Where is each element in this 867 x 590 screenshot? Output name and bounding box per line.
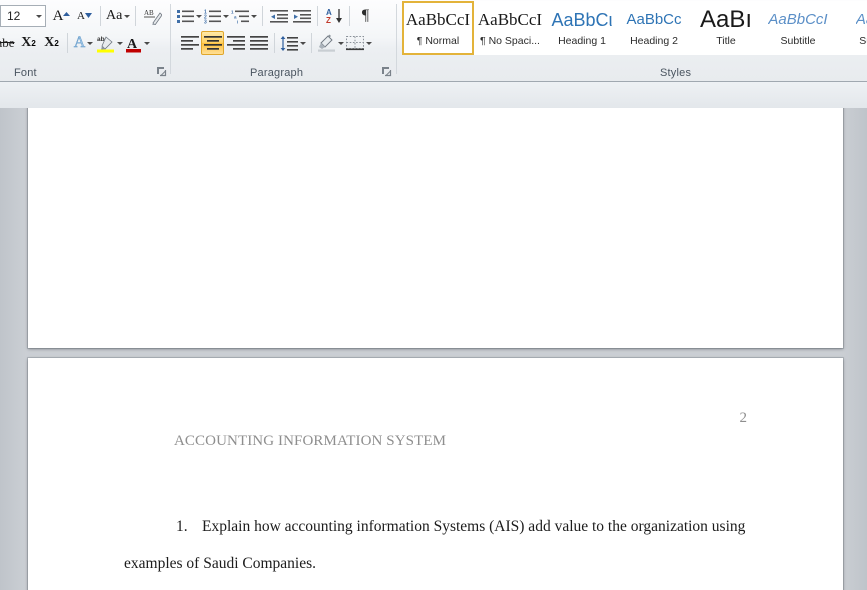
style-heading-2-preview: AaBbCc bbox=[626, 11, 682, 28]
show-formatting-marks-button[interactable]: ¶ bbox=[354, 4, 377, 28]
style-no-spacing[interactable]: AaBbCcI ¶ No Spaci... bbox=[474, 1, 546, 55]
highlight-icon: ab bbox=[97, 36, 114, 52]
style-no-spacing-label: ¶ No Spaci... bbox=[480, 35, 540, 47]
page-number: 2 bbox=[739, 410, 748, 426]
change-case-button[interactable]: Aa bbox=[105, 4, 131, 28]
bullets-button[interactable] bbox=[176, 4, 203, 28]
numbering-icon: 1 2 3 bbox=[204, 9, 221, 24]
style-subtle-emphasis-label: Subt bbox=[859, 35, 867, 47]
font-size-dropdown-icon[interactable] bbox=[31, 14, 45, 18]
font-dialog-launcher[interactable] bbox=[156, 66, 167, 77]
font-group-label: Font bbox=[14, 67, 37, 79]
style-normal-preview: AaBbCcI bbox=[405, 10, 471, 29]
style-subtitle[interactable]: AaBbCcI Subtitle bbox=[762, 1, 834, 55]
font-color-button[interactable]: A bbox=[124, 31, 151, 55]
style-title-label: Title bbox=[716, 35, 736, 47]
list-item-text: Explain how accounting information Syste… bbox=[124, 518, 746, 572]
style-title[interactable]: AaBı Title bbox=[690, 1, 762, 55]
style-heading-1-preview: AaBbCι bbox=[551, 10, 613, 30]
shrink-font-down-icon bbox=[84, 13, 92, 18]
paragraph-dialog-launcher[interactable] bbox=[381, 66, 392, 77]
text-highlight-color-button[interactable]: ab bbox=[95, 31, 124, 55]
decrease-indent-button[interactable] bbox=[267, 4, 290, 28]
strikethrough-button[interactable]: abe bbox=[0, 31, 17, 55]
shading-button[interactable] bbox=[316, 31, 345, 55]
align-center-button[interactable] bbox=[201, 31, 224, 55]
style-heading-2[interactable]: AaBbCc Heading 2 bbox=[618, 1, 690, 55]
document-canvas[interactable]: 2 ACCOUNTING INFORMATION SYSTEM 1. Explai… bbox=[0, 108, 867, 590]
borders-icon bbox=[346, 35, 364, 50]
ribbon: 12 A A Aa AB be X 2 X 2 A ab A Font 1 2 … bbox=[0, 0, 867, 82]
numbering-button[interactable]: 1 2 3 bbox=[203, 4, 230, 28]
borders-button[interactable] bbox=[345, 31, 373, 55]
align-right-icon bbox=[226, 36, 245, 50]
font-size-value: 12 bbox=[7, 9, 21, 23]
multilevel-list-icon: 1 a i bbox=[231, 9, 249, 24]
style-subtitle-label: Subtitle bbox=[780, 35, 816, 47]
style-subtitle-preview: AaBbCcI bbox=[768, 11, 828, 28]
sort-button[interactable]: A Z bbox=[322, 4, 345, 28]
style-subtle-emphasis[interactable]: AaB Subt bbox=[834, 1, 867, 55]
align-center-icon bbox=[203, 36, 222, 50]
document-body[interactable]: 1. Explain how accounting information Sys… bbox=[124, 508, 764, 582]
styles-group: AaBbCcI ¶ Normal AaBbCcI ¶ No Spaci... A… bbox=[398, 0, 867, 81]
multilevel-list-button[interactable]: 1 a i bbox=[230, 4, 258, 28]
document-header-text: ACCOUNTING INFORMATION SYSTEM bbox=[174, 433, 447, 449]
ruler-band: 1 2 3 4 x bbox=[0, 82, 867, 192]
word-document-window: 12 A A Aa AB be X 2 X 2 A ab A Font 1 2 … bbox=[0, 0, 867, 590]
style-subtle-emphasis-preview: AaB bbox=[855, 11, 867, 28]
svg-text:Z: Z bbox=[326, 16, 331, 24]
styles-gallery[interactable]: AaBbCcI ¶ Normal AaBbCcI ¶ No Spaci... A… bbox=[402, 1, 867, 57]
shading-icon bbox=[318, 34, 335, 52]
align-left-icon bbox=[180, 36, 199, 50]
font-size-combo[interactable]: 12 bbox=[0, 5, 46, 27]
styles-group-label: Styles bbox=[660, 67, 692, 79]
clear-formatting-icon: AB bbox=[143, 9, 162, 25]
style-no-spacing-preview: AaBbCcI bbox=[477, 10, 543, 29]
style-normal-label: ¶ Normal bbox=[416, 35, 460, 47]
increase-indent-button[interactable] bbox=[290, 4, 313, 28]
svg-text:i: i bbox=[237, 19, 238, 24]
style-title-preview: AaBı bbox=[699, 9, 753, 31]
sort-icon: A Z bbox=[326, 8, 342, 24]
text-effects-button[interactable]: A bbox=[72, 31, 95, 55]
clear-formatting-button[interactable]: AB bbox=[140, 4, 163, 28]
bullets-icon bbox=[177, 9, 194, 23]
line-spacing-icon bbox=[280, 35, 298, 51]
superscript-button[interactable]: X2 bbox=[40, 31, 63, 55]
grow-font-button[interactable]: A bbox=[50, 4, 73, 28]
line-spacing-button[interactable] bbox=[279, 31, 307, 55]
document-page-1[interactable] bbox=[28, 108, 843, 348]
list-item-number: 1. bbox=[176, 518, 188, 535]
font-group: 12 A A Aa AB be X 2 X 2 A ab A Font bbox=[0, 0, 168, 81]
subscript-button[interactable]: X2 bbox=[17, 31, 40, 55]
svg-text:AB: AB bbox=[144, 9, 154, 17]
font-color-icon: A bbox=[126, 37, 141, 52]
justify-button[interactable] bbox=[247, 31, 270, 55]
style-heading-2-label: Heading 2 bbox=[630, 35, 678, 47]
align-left-button[interactable] bbox=[178, 31, 201, 55]
svg-text:3: 3 bbox=[204, 19, 207, 24]
shrink-font-button[interactable]: A bbox=[73, 4, 96, 28]
paragraph-group-label: Paragraph bbox=[250, 67, 304, 79]
justify-icon bbox=[249, 36, 268, 50]
style-heading-1-label: Heading 1 bbox=[558, 35, 606, 47]
grow-font-up-icon bbox=[63, 12, 71, 16]
style-normal[interactable]: AaBbCcI ¶ Normal bbox=[402, 1, 474, 55]
increase-indent-icon bbox=[292, 9, 311, 23]
document-page-2[interactable]: 2 ACCOUNTING INFORMATION SYSTEM 1. Explai… bbox=[28, 358, 843, 590]
paragraph-group: 1 2 3 1 a i A Z ¶ Paragraph bbox=[172, 0, 394, 81]
style-heading-1[interactable]: AaBbCι Heading 1 bbox=[546, 1, 618, 55]
decrease-indent-icon bbox=[269, 9, 288, 23]
align-right-button[interactable] bbox=[224, 31, 247, 55]
